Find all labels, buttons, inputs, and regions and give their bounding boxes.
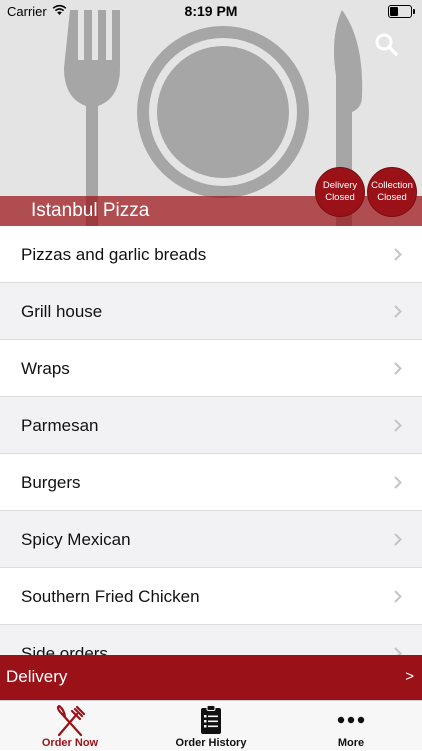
menu-category-label: Parmesan xyxy=(21,416,99,435)
menu-category-item[interactable]: Grill house xyxy=(0,283,422,340)
menu-category-item[interactable]: Spicy Mexican xyxy=(0,511,422,568)
chevron-right-icon xyxy=(394,305,402,318)
fork-knife-icon xyxy=(56,705,86,737)
tab-bar: Order Now Order History More xyxy=(0,700,422,750)
restaurant-name: Istanbul Pizza xyxy=(31,200,150,221)
tab-label: Order Now xyxy=(41,737,99,749)
menu-category-item[interactable]: Burgers xyxy=(0,454,422,511)
chevron-right-icon xyxy=(394,590,402,603)
menu-category-item[interactable]: Side orders xyxy=(0,625,422,655)
tab-order-now[interactable]: Order Now xyxy=(0,701,140,751)
delivery-badge-line2: Closed xyxy=(325,192,355,203)
tab-label: More xyxy=(337,737,365,749)
tab-order-history[interactable]: Order History xyxy=(141,701,281,751)
chevron-right-icon xyxy=(394,419,402,432)
more-dots-icon xyxy=(337,716,365,724)
menu-category-label: Spicy Mexican xyxy=(21,530,131,549)
collection-badge-line2: Closed xyxy=(377,192,407,203)
menu-category-label: Burgers xyxy=(21,473,81,492)
chevron-right-icon xyxy=(394,476,402,489)
menu-category-label: Pizzas and garlic breads xyxy=(21,245,207,264)
chevron-right-icon xyxy=(394,362,402,375)
status-bar: Carrier 8:19 PM xyxy=(0,0,422,22)
menu-category-item[interactable]: Pizzas and garlic breads xyxy=(0,226,422,283)
search-icon xyxy=(375,33,398,56)
delivery-mode-label: Delivery xyxy=(6,667,68,686)
menu-category-item[interactable]: Wraps xyxy=(0,340,422,397)
tab-label: Order History xyxy=(175,737,247,749)
menu-category-label: Southern Fried Chicken xyxy=(21,587,200,606)
chevron-right-icon xyxy=(394,647,402,655)
collection-status-badge: Collection Closed xyxy=(367,167,417,217)
chevron-right-icon xyxy=(394,248,402,261)
menu-category-list: Pizzas and garlic breads Grill house Wra… xyxy=(0,226,422,655)
chevron-right-icon xyxy=(394,533,402,546)
menu-category-item[interactable]: Southern Fried Chicken xyxy=(0,568,422,625)
collection-badge-line1: Collection xyxy=(371,180,413,191)
status-time: 8:19 PM xyxy=(184,3,238,19)
menu-category-label: Wraps xyxy=(21,359,70,378)
battery-icon xyxy=(388,5,415,18)
menu-category-label: Side orders xyxy=(21,644,108,655)
delivery-status-badge: Delivery Closed xyxy=(315,167,365,217)
delivery-mode-bar[interactable]: Delivery > xyxy=(0,655,422,700)
clipboard-list-icon xyxy=(201,705,221,734)
delivery-badge-line1: Delivery xyxy=(322,180,358,191)
menu-category-item[interactable]: Parmesan xyxy=(0,397,422,454)
search-button[interactable] xyxy=(372,30,400,58)
tab-more[interactable]: More xyxy=(281,701,421,751)
delivery-arrow: > xyxy=(405,668,414,685)
menu-category-label: Grill house xyxy=(21,302,103,321)
restaurant-header: Istanbul Pizza Delivery Closed Collectio… xyxy=(0,0,422,226)
